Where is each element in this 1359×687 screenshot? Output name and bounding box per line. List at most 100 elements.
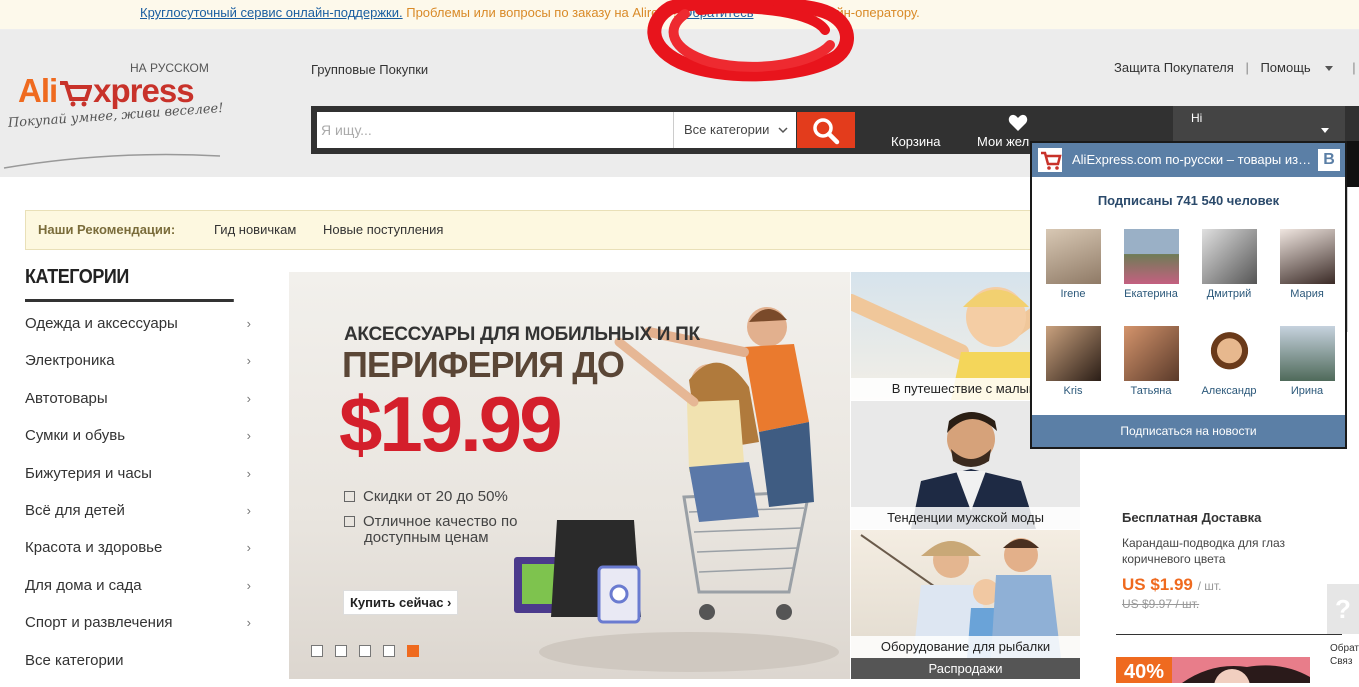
vk-member[interactable]: Александр — [1194, 326, 1264, 397]
heart-icon[interactable] — [1008, 114, 1028, 132]
avatar — [1279, 229, 1335, 284]
category-item[interactable]: Электроника › — [25, 348, 257, 385]
vk-member-name: Irene — [1060, 288, 1086, 300]
checkbox-icon — [344, 516, 355, 527]
top-links-separator: | — [1352, 60, 1356, 75]
category-item[interactable]: Одежда и аксессуары › — [25, 311, 257, 348]
carousel-dot[interactable] — [359, 645, 371, 657]
avatar — [1045, 229, 1101, 284]
category-item[interactable]: Для дома и сада › — [25, 573, 257, 610]
recommendations-title: Наши Рекомендации: — [38, 222, 176, 237]
group-buying-link[interactable]: Групповые Покупки — [311, 62, 428, 77]
search-input[interactable] — [317, 112, 673, 148]
deal-card[interactable]: Бесплатная Доставка Карандаш-подводка дл… — [1122, 510, 1332, 611]
category-label: Автотовары — [25, 389, 108, 407]
contact-operator-link[interactable]: Обратитесь — [682, 5, 753, 20]
promo-image-art — [1182, 665, 1310, 683]
feedback-label[interactable]: Обрат Связ — [1330, 642, 1359, 668]
vk-member-name: Мария — [1290, 288, 1324, 300]
avatar — [1201, 326, 1257, 381]
vk-logo-icon: В — [1318, 149, 1340, 171]
vk-subscriber-count: Подписаны 741 540 человек — [1097, 193, 1280, 208]
vk-member-name: Александр — [1201, 385, 1257, 397]
deal-price-value: US $1.99 — [1122, 575, 1193, 594]
vk-group-title: AliExpress.com по-русски – товары из Кит… — [1072, 152, 1312, 167]
wishlist-link[interactable]: Мои жел — [977, 134, 1029, 149]
beginner-guide-link[interactable]: Гид новичкам — [214, 211, 296, 249]
chevron-right-icon: › — [246, 502, 251, 518]
top-links: Защита Покупателя | Помощь | — [1114, 60, 1359, 75]
banner-bullet-text: доступным ценам — [364, 529, 489, 546]
chevron-right-icon: › — [246, 465, 251, 481]
search-button[interactable] — [797, 112, 855, 148]
category-item[interactable]: Сумки и обувь › — [25, 423, 257, 460]
vk-member[interactable]: Мария — [1272, 229, 1342, 300]
carousel-dots — [311, 644, 431, 662]
buyer-protection-link[interactable]: Защита Покупателя — [1114, 60, 1234, 75]
buy-now-button[interactable]: Купить сейчас › — [343, 590, 459, 615]
sales-tab[interactable]: Распродажи — [851, 658, 1080, 679]
carousel-dot[interactable] — [383, 645, 395, 657]
deal-price: US $1.99 / шт. — [1122, 575, 1332, 595]
vk-widget-header[interactable]: AliExpress.com по-русски – товары из Кит… — [1032, 143, 1345, 177]
categories-title: КАТЕГОРИИ — [25, 266, 234, 302]
vk-member[interactable]: Дмитрий — [1194, 229, 1264, 300]
page-edge-line — [1347, 187, 1359, 332]
user-greeting: Hi — [1191, 111, 1203, 125]
category-item[interactable]: Бижутерия и часы › — [25, 461, 257, 498]
category-item[interactable]: Спорт и развлечения › — [25, 610, 257, 647]
category-item[interactable]: Автотовары › — [25, 386, 257, 423]
vk-member-name: Дмитрий — [1206, 288, 1252, 300]
chevron-down-icon — [1324, 66, 1333, 72]
category-item[interactable]: Красота и здоровье › — [25, 535, 257, 572]
deal-old-price: US $9.97 / шт. — [1122, 597, 1200, 611]
banner-price: $19.99 — [339, 380, 563, 468]
category-select[interactable]: Все категории — [673, 112, 796, 148]
online-support-link[interactable]: Круглосуточный сервис онлайн-поддержки. — [140, 5, 403, 20]
help-menu[interactable]: Помощь — [1260, 60, 1340, 75]
tile-caption: Тенденции мужской моды — [851, 507, 1080, 529]
new-arrivals-link[interactable]: Новые поступления — [323, 211, 443, 249]
category-item-all[interactable]: Все категории — [25, 648, 257, 685]
vk-subscribe-button[interactable]: Подписаться на новости — [1032, 415, 1345, 447]
vk-member[interactable]: Irene — [1038, 229, 1108, 300]
vk-member[interactable]: Ирина — [1272, 326, 1342, 397]
category-item[interactable]: Всё для детей › — [25, 498, 257, 535]
vk-member-name: Ирина — [1290, 385, 1324, 397]
category-label: Сумки и обувь — [25, 427, 126, 445]
deal-price-unit: / шт. — [1197, 579, 1222, 593]
deal-heading: Бесплатная Доставка — [1122, 510, 1262, 525]
promo-banner[interactable]: АКСЕССУАРЫ ДЛЯ МОБИЛЬНЫХ И ПК ПЕРИФЕРИЯ … — [289, 272, 850, 679]
carousel-dot-active[interactable] — [407, 645, 419, 657]
vk-member[interactable]: Екатерина — [1116, 229, 1186, 300]
carousel-dot[interactable] — [311, 645, 323, 657]
vk-member[interactable]: Kris — [1038, 326, 1108, 397]
vk-member[interactable]: Татьяна — [1116, 326, 1186, 397]
chevron-right-icon: › — [246, 428, 251, 444]
promo-image[interactable] — [1172, 657, 1310, 683]
category-label: Всё для детей — [25, 501, 125, 519]
aliexpress-cart-icon — [1038, 148, 1062, 172]
aliexpress-logo[interactable]: НА РУССКОМ Ali xpress Покупай умнее, живи… — [0, 58, 230, 169]
chevron-right-icon: › — [246, 316, 251, 331]
logo-swoosh — [3, 153, 221, 169]
cart-link[interactable]: Корзина — [891, 134, 941, 149]
checkbox-icon — [344, 491, 355, 502]
logo-ali: Ali — [18, 72, 58, 109]
category-label: Спорт и развлечения — [25, 614, 173, 632]
chevron-right-icon: › — [246, 615, 251, 631]
category-label: Одежда и аксессуары — [25, 315, 178, 332]
notice-text-middle: ress? — [646, 5, 679, 20]
vk-community-widget: AliExpress.com по-русски – товары из Кит… — [1030, 141, 1347, 449]
avatar — [1123, 326, 1179, 381]
carousel-dot[interactable] — [335, 645, 347, 657]
banner-bullet: Отличное качество по доступным ценам — [344, 514, 518, 546]
chevron-right-icon: › — [246, 353, 251, 369]
promo-tile[interactable]: Оборудование для рыбалки — [851, 530, 1080, 658]
help-question-icon[interactable]: ? — [1327, 584, 1359, 634]
page-edge-block — [1347, 141, 1359, 187]
notice-text-before: Проблемы или вопросы по заказу на Ali — [406, 5, 647, 20]
feedback-label-line1: Обрат — [1330, 643, 1359, 654]
chevron-right-icon: › — [246, 390, 251, 406]
category-label: Красота и здоровье — [25, 539, 163, 557]
